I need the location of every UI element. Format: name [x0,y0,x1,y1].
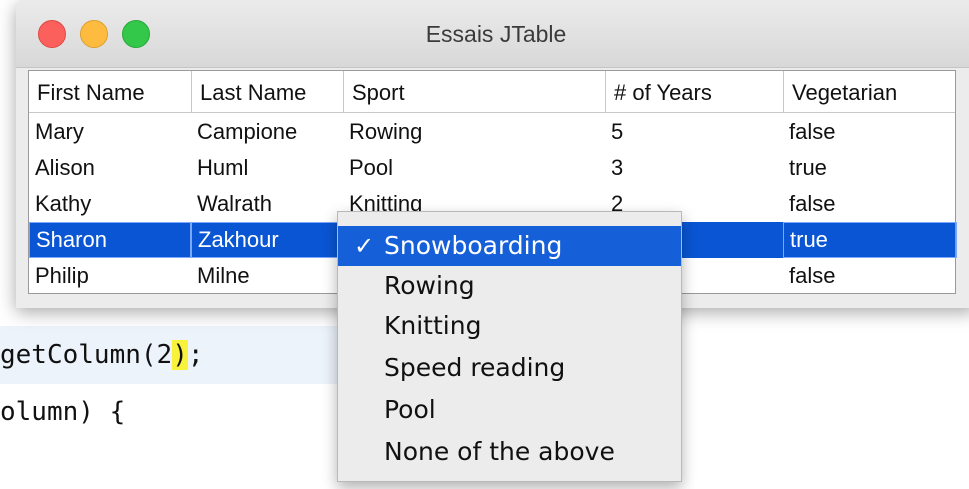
menu-item-label: Knitting [384,311,482,340]
code-editor-fragment: getColumn(2); olumn) { [0,312,360,427]
sport-combo-popup[interactable]: ✓ Snowboarding Rowing Knitting Speed rea… [337,211,682,482]
cell-last-name[interactable]: Huml [191,150,343,186]
cell-vegetarian[interactable]: false [783,186,957,222]
menu-item-pool[interactable]: Pool [338,390,681,430]
menu-item-label: Pool [384,395,436,424]
column-header-years[interactable]: # of Years [605,71,783,113]
cell-years[interactable]: 5 [605,114,783,150]
matched-bracket: ) [172,340,188,370]
cell-sport[interactable]: Rowing [343,114,605,150]
cell-sport[interactable]: Pool [343,150,605,186]
cell-first-name[interactable]: Philip [29,258,191,294]
cell-first-name[interactable]: Kathy [29,186,191,222]
cell-last-name[interactable]: Milne [191,258,343,294]
menu-item-knitting[interactable]: Knitting [338,306,681,346]
cell-last-name[interactable]: Campione [191,114,343,150]
table-header: First Name Last Name Sport # of Years Ve… [29,71,955,113]
cell-first-name[interactable]: Alison [29,150,191,186]
table-row[interactable]: Alison Huml Pool 3 true [29,150,955,186]
cell-vegetarian[interactable]: false [783,114,957,150]
code-text: getColumn(2 [0,340,173,370]
code-text: ; [187,340,204,370]
menu-item-label: Snowboarding [384,231,563,260]
cell-years[interactable]: 3 [605,150,783,186]
code-line-get-column: getColumn(2); [0,326,345,384]
checkmark-icon: ✓ [354,232,375,260]
column-header-first-name[interactable]: First Name [29,71,191,113]
column-header-vegetarian[interactable]: Vegetarian [783,71,957,113]
cell-last-name[interactable]: Zakhour [191,222,343,258]
cell-vegetarian[interactable]: true [783,222,957,258]
menu-item-rowing[interactable]: Rowing [338,266,681,306]
cell-vegetarian[interactable]: false [783,258,957,294]
menu-item-label: Rowing [384,271,475,300]
menu-item-snowboarding[interactable]: ✓ Snowboarding [338,226,681,266]
code-line-column: olumn) { [0,397,126,427]
cell-vegetarian[interactable]: true [783,150,957,186]
menu-item-label: Speed reading [384,353,566,382]
menu-item-label: None of the above [384,437,615,466]
column-header-sport[interactable]: Sport [343,71,605,113]
title-bar: Essais JTable [16,0,969,68]
cell-first-name[interactable]: Mary [29,114,191,150]
window-title: Essais JTable [425,21,567,47]
cell-last-name[interactable]: Walrath [191,186,343,222]
menu-item-speed-reading[interactable]: Speed reading [338,348,681,388]
menu-item-none-of-the-above[interactable]: None of the above [338,432,681,472]
cell-first-name[interactable]: Sharon [29,222,191,258]
column-header-last-name[interactable]: Last Name [191,71,343,113]
table-row[interactable]: Mary Campione Rowing 5 false [29,114,955,150]
